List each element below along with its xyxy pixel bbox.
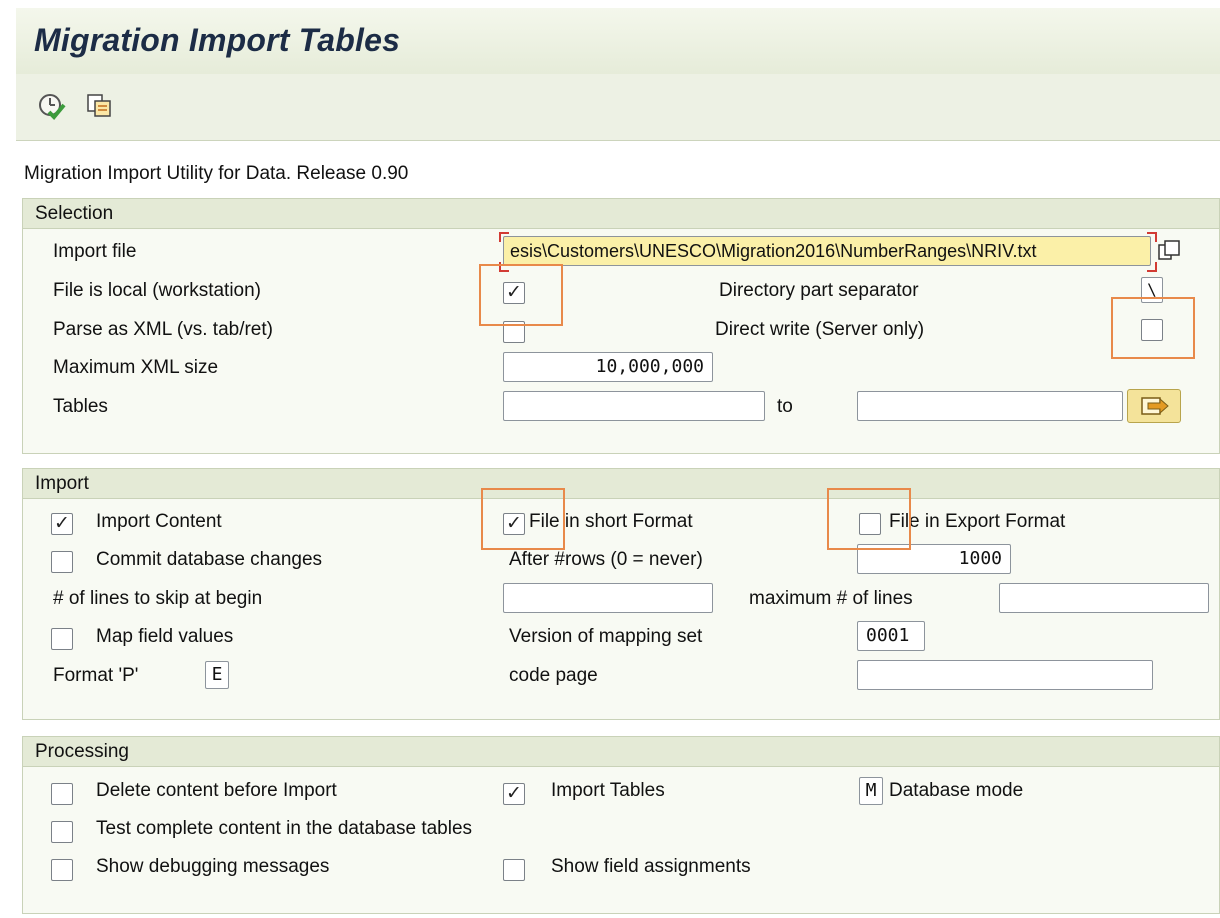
after-rows-label: After #rows (0 = never): [509, 549, 703, 570]
tables-from-input[interactable]: [503, 391, 765, 421]
import-group-header: Import: [23, 469, 1219, 499]
import-file-label: Import file: [53, 241, 137, 262]
commit-label: Commit database changes: [96, 549, 323, 570]
processing-group-title: Processing: [35, 741, 129, 762]
execute-clock-check-icon[interactable]: [38, 92, 66, 120]
file-local-label: File is local (workstation): [53, 280, 261, 301]
focus-marker-right-bottom: [1147, 262, 1157, 272]
skip-lines-input[interactable]: [503, 583, 713, 613]
tables-to-label: to: [777, 396, 793, 417]
import-group: Import ✓ Import Content ✓ File in short …: [22, 468, 1220, 720]
field-assignments-label: Show field assignments: [551, 856, 751, 877]
dir-sep-label: Directory part separator: [719, 280, 919, 301]
map-values-label: Map field values: [96, 626, 234, 647]
delete-content-label: Delete content before Import: [96, 780, 337, 801]
skip-lines-label: # of lines to skip at begin: [53, 588, 263, 609]
highlight-short-format: [481, 488, 565, 550]
import-file-input[interactable]: esis\Customers\UNESCO\Migration2016\Numb…: [503, 236, 1151, 266]
db-mode-input[interactable]: M: [859, 777, 883, 805]
max-xml-label: Maximum XML size: [53, 357, 219, 378]
highlight-export-format: [827, 488, 911, 550]
copy-variant-icon[interactable]: [86, 92, 114, 120]
file-browse-icon[interactable]: [1157, 239, 1183, 263]
focus-marker-left: [499, 232, 509, 242]
processing-group: Processing Delete content before Import …: [22, 736, 1220, 914]
parse-xml-label: Parse as XML (vs. tab/ret): [53, 319, 273, 340]
toolbar: [16, 74, 1220, 141]
import-content-label: Import Content: [96, 511, 222, 532]
max-lines-input[interactable]: [999, 583, 1209, 613]
test-content-checkbox[interactable]: [51, 821, 73, 843]
mapping-set-input[interactable]: 0001: [857, 621, 925, 651]
import-group-title: Import: [35, 473, 89, 494]
highlight-file-local: [479, 264, 563, 326]
format-p-label: Format 'P': [53, 665, 139, 686]
selection-group: Selection Import file esis\Customers\UNE…: [22, 198, 1220, 454]
code-page-input[interactable]: [857, 660, 1153, 690]
debug-messages-checkbox[interactable]: [51, 859, 73, 881]
import-content-checkbox[interactable]: ✓: [51, 513, 73, 535]
mapping-set-label: Version of mapping set: [509, 626, 703, 647]
import-tables-checkbox[interactable]: ✓: [503, 783, 525, 805]
field-assignments-checkbox[interactable]: [503, 859, 525, 881]
tables-label: Tables: [53, 396, 108, 417]
export-format-label: File in Export Format: [889, 511, 1066, 532]
multiple-selection-icon[interactable]: [1127, 389, 1181, 423]
highlight-direct-write: [1111, 297, 1195, 359]
focus-marker-right: [1147, 232, 1157, 242]
direct-write-label: Direct write (Server only): [715, 319, 925, 340]
max-lines-label: maximum # of lines: [749, 588, 913, 609]
processing-group-header: Processing: [23, 737, 1219, 767]
max-xml-input[interactable]: 10,000,000: [503, 352, 713, 382]
code-page-label: code page: [509, 665, 598, 686]
delete-content-checkbox[interactable]: [51, 783, 73, 805]
debug-messages-label: Show debugging messages: [96, 856, 330, 877]
commit-checkbox[interactable]: [51, 551, 73, 573]
test-content-label: Test complete content in the database ta…: [96, 818, 473, 839]
import-tables-label: Import Tables: [551, 780, 665, 801]
selection-group-title: Selection: [35, 203, 114, 224]
format-p-input[interactable]: E: [205, 661, 229, 689]
utility-subtitle: Migration Import Utility for Data. Relea…: [24, 163, 409, 184]
map-values-checkbox[interactable]: [51, 628, 73, 650]
selection-group-header: Selection: [23, 199, 1219, 229]
page-title: Migration Import Tables: [34, 22, 401, 58]
tables-to-input[interactable]: [857, 391, 1123, 421]
db-mode-label: Database mode: [889, 780, 1024, 801]
